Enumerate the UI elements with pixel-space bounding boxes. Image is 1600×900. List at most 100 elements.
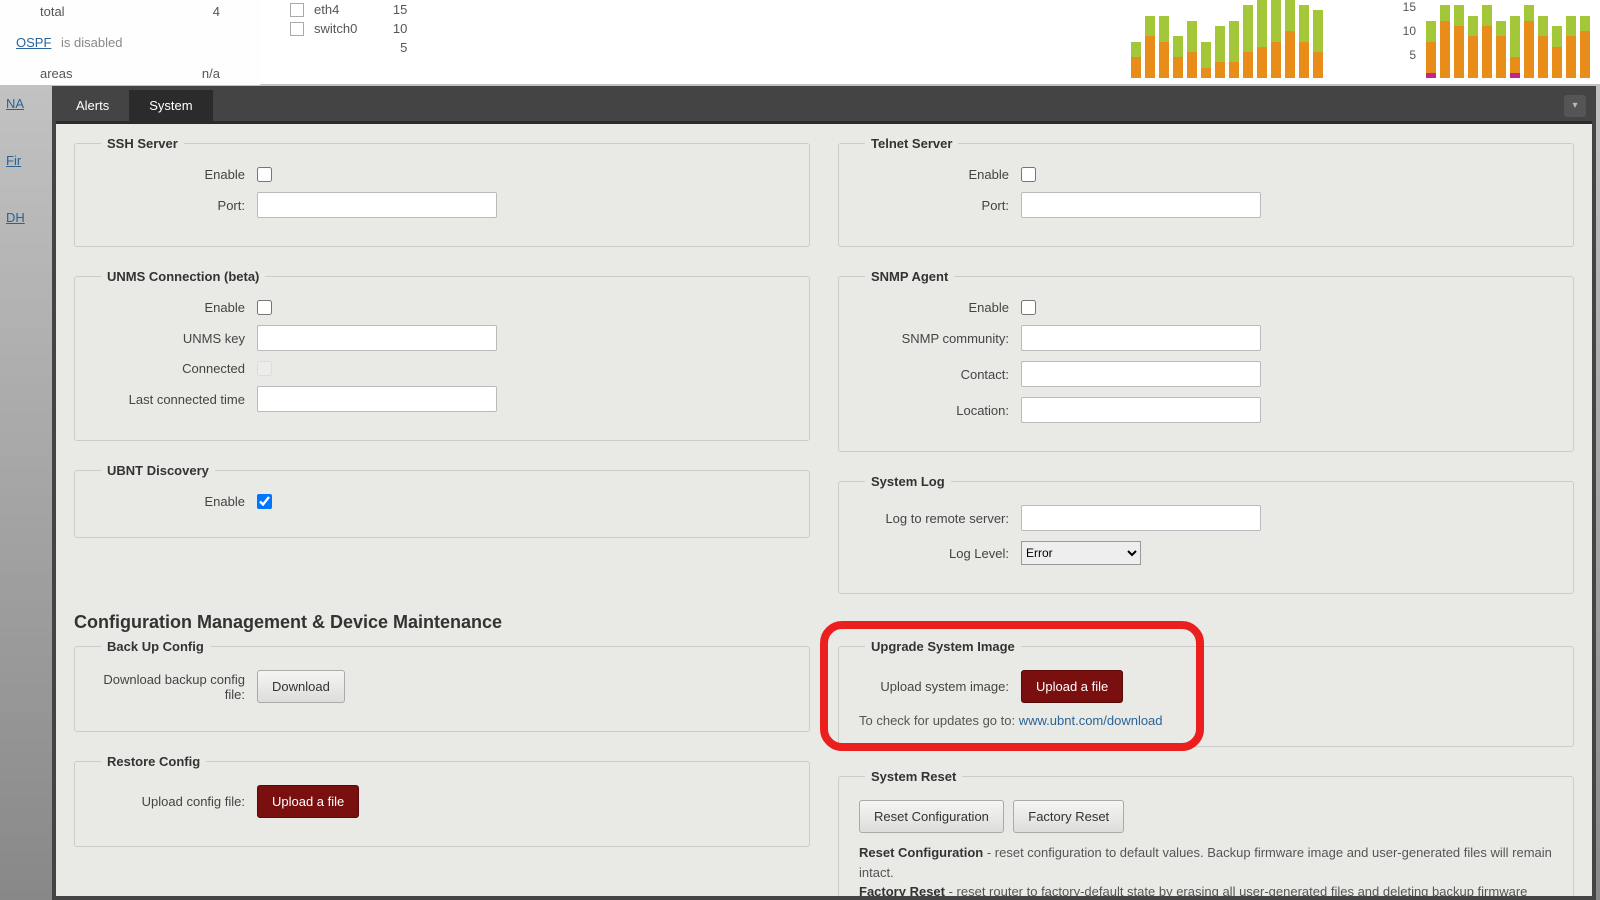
iface-num: 10 (367, 21, 407, 36)
telnet-port-input[interactable] (1021, 192, 1261, 218)
download-button[interactable]: Download (257, 670, 345, 703)
nav-link[interactable]: Fir (6, 153, 46, 168)
telnet-fieldset: Telnet Server Enable Port: (838, 136, 1574, 247)
last-label: Last connected time (95, 392, 245, 407)
restore-label: Upload config file: (95, 794, 245, 809)
checkbox-icon[interactable] (290, 3, 304, 17)
port-label: Port: (859, 198, 1009, 213)
factory-reset-button[interactable]: Factory Reset (1013, 800, 1124, 833)
reset-desc2-title: Factory Reset (859, 884, 945, 896)
backup-config-fieldset: Back Up Config Download backup config fi… (74, 639, 810, 732)
interface-legend: eth4 15 switch0 10 5 (270, 0, 427, 57)
update-text: To check for updates go to: (859, 713, 1019, 728)
enable-label: Enable (95, 494, 245, 509)
legend: Upgrade System Image (865, 639, 1021, 654)
snmp-enable-checkbox[interactable] (1021, 300, 1036, 315)
remote-label: Log to remote server: (859, 511, 1009, 526)
legend: SSH Server (101, 136, 184, 151)
ubnt-enable-checkbox[interactable] (257, 494, 272, 509)
legend: System Reset (865, 769, 962, 784)
unms-connected-indicator (257, 361, 272, 376)
syslog-remote-input[interactable] (1021, 505, 1261, 531)
legend: Restore Config (101, 754, 206, 769)
ubnt-discovery-fieldset: UBNT Discovery Enable (74, 463, 810, 538)
panel-tabs: Alerts System ▾ (56, 90, 1592, 121)
snmp-contact-input[interactable] (1021, 361, 1261, 387)
legend: System Log (865, 474, 951, 489)
tab-alerts[interactable]: Alerts (56, 90, 129, 121)
enable-label: Enable (95, 300, 245, 315)
y-tick: 15 (1403, 0, 1416, 14)
key-label: UNMS key (95, 331, 245, 346)
y-tick: 5 (1409, 48, 1416, 62)
contact-label: Contact: (859, 367, 1009, 382)
reset-config-button[interactable]: Reset Configuration (859, 800, 1004, 833)
areas-row: areas n/a (10, 62, 250, 85)
cfg-mgmt-heading: Configuration Management & Device Mainte… (74, 612, 1574, 633)
enable-label: Enable (859, 167, 1009, 182)
legend: Back Up Config (101, 639, 210, 654)
restore-config-fieldset: Restore Config Upload config file: Uploa… (74, 754, 810, 847)
enable-label: Enable (95, 167, 245, 182)
telnet-enable-checkbox[interactable] (1021, 167, 1036, 182)
upload-label: Upload system image: (859, 679, 1009, 694)
iface-row[interactable]: eth4 15 (270, 0, 427, 19)
value: n/a (202, 66, 220, 81)
syslog-fieldset: System Log Log to remote server: Log Lev… (838, 474, 1574, 594)
system-reset-fieldset: System Reset Reset Configuration Factory… (838, 769, 1574, 896)
snmp-fieldset: SNMP Agent Enable SNMP community: Contac… (838, 269, 1574, 452)
label: areas (40, 66, 73, 81)
value: 4 (213, 4, 220, 19)
sidebar-links-truncated: NA Fir DH (0, 86, 52, 235)
routes-total-row: total 4 (10, 0, 250, 23)
unms-enable-checkbox[interactable] (257, 300, 272, 315)
iface-num: 15 (367, 2, 407, 17)
reset-desc1-title: Reset Configuration (859, 845, 983, 860)
ospf-link[interactable]: OSPF (16, 35, 51, 50)
chart-2 (1426, 0, 1590, 78)
unms-key-input[interactable] (257, 325, 497, 351)
label: total (40, 4, 65, 19)
upload-image-button[interactable]: Upload a file (1021, 670, 1123, 703)
system-panel: Alerts System ▾ SSH Server Enable Port: … (52, 86, 1596, 900)
snmp-location-input[interactable] (1021, 397, 1261, 423)
tab-system[interactable]: System (129, 90, 212, 121)
ssh-port-input[interactable] (257, 192, 497, 218)
y-tick: 10 (1403, 24, 1416, 38)
update-link[interactable]: www.ubnt.com/download (1019, 713, 1163, 728)
community-label: SNMP community: (859, 331, 1009, 346)
upgrade-image-fieldset: Upgrade System Image Upload system image… (838, 639, 1574, 747)
ssh-enable-checkbox[interactable] (257, 167, 272, 182)
iface-name: switch0 (314, 21, 357, 36)
nav-link[interactable]: DH (6, 210, 46, 225)
ssh-server-fieldset: SSH Server Enable Port: (74, 136, 810, 247)
y-tick: 5 (367, 40, 407, 55)
loglevel-label: Log Level: (859, 546, 1009, 561)
snmp-community-input[interactable] (1021, 325, 1261, 351)
charts-area: eth4 15 switch0 10 5 15 10 5 (260, 0, 1600, 84)
nav-link[interactable]: NA (6, 96, 46, 111)
legend: Telnet Server (865, 136, 958, 151)
side-panel: total 4 OSPF is disabled areas n/a (0, 0, 260, 85)
loglevel-select[interactable]: Error (1021, 541, 1141, 565)
iface-name: eth4 (314, 2, 339, 17)
legend: UBNT Discovery (101, 463, 215, 478)
ospf-status: is disabled (61, 35, 122, 50)
unms-last-input[interactable] (257, 386, 497, 412)
unms-fieldset: UNMS Connection (beta) Enable UNMS key C… (74, 269, 810, 441)
y-axis: 15 10 5 (1403, 0, 1416, 68)
legend: SNMP Agent (865, 269, 954, 284)
collapse-icon[interactable]: ▾ (1564, 95, 1586, 117)
port-label: Port: (95, 198, 245, 213)
enable-label: Enable (859, 300, 1009, 315)
dashboard-background: total 4 OSPF is disabled areas n/a eth4 … (0, 0, 1600, 85)
reset-desc2: - reset router to factory-default state … (859, 884, 1527, 896)
upload-config-button[interactable]: Upload a file (257, 785, 359, 818)
connected-label: Connected (95, 361, 245, 376)
panel-body: SSH Server Enable Port: UNMS Connection … (56, 121, 1592, 896)
backup-label: Download backup config file: (95, 672, 245, 702)
checkbox-icon[interactable] (290, 22, 304, 36)
legend: UNMS Connection (beta) (101, 269, 265, 284)
iface-row[interactable]: switch0 10 (270, 19, 427, 38)
location-label: Location: (859, 403, 1009, 418)
